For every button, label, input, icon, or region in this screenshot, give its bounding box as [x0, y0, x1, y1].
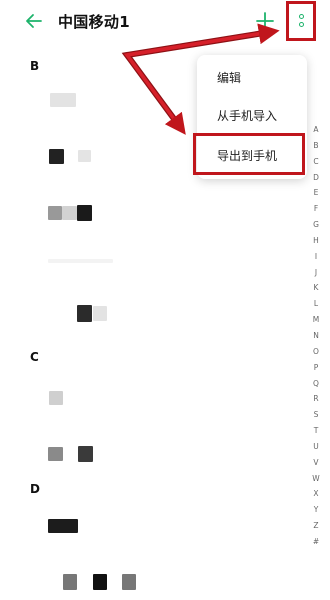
alphabet-index-letter[interactable]: H	[307, 233, 325, 249]
blurred-contact-name	[78, 446, 93, 462]
alphabet-index-letter[interactable]: P	[307, 360, 325, 376]
section-header-b: B	[30, 59, 40, 73]
back-button[interactable]	[22, 9, 46, 33]
contact-row[interactable]	[0, 138, 300, 174]
alphabet-index-letter[interactable]: B	[307, 138, 325, 154]
alphabet-index-letter[interactable]: G	[307, 217, 325, 233]
alphabet-index-letter[interactable]: O	[307, 344, 325, 360]
alphabet-index-letter[interactable]: T	[307, 423, 325, 439]
contact-row[interactable]	[0, 296, 300, 332]
blurred-contact-name	[93, 306, 107, 321]
plus-icon	[256, 12, 274, 30]
alphabet-index-letter[interactable]: A	[307, 122, 325, 138]
page-title: 中国移动1	[58, 13, 130, 31]
blurred-contact-name	[48, 206, 62, 220]
alphabet-index-letter[interactable]: Q	[307, 376, 325, 392]
alphabet-index-letter[interactable]: D	[307, 170, 325, 186]
alphabet-index-letter[interactable]: S	[307, 407, 325, 423]
blurred-contact-name	[77, 205, 92, 221]
blurred-contact-name	[49, 149, 64, 164]
blurred-contact-name	[78, 150, 91, 162]
blurred-contact-name	[93, 574, 107, 590]
top-bar: 中国移动1	[0, 0, 330, 44]
alphabet-index-letter[interactable]: Y	[307, 502, 325, 518]
back-arrow-icon	[26, 14, 42, 28]
alphabet-index-letter[interactable]: E	[307, 185, 325, 201]
alphabet-index-letter[interactable]: R	[307, 391, 325, 407]
alphabet-index-letter[interactable]: M	[307, 312, 325, 328]
alphabet-index-letter[interactable]: N	[307, 328, 325, 344]
alphabet-index-letter[interactable]: F	[307, 201, 325, 217]
alphabet-index-letter[interactable]: L	[307, 296, 325, 312]
blurred-contact-name	[50, 93, 76, 107]
contact-row[interactable]	[0, 508, 300, 544]
contact-row[interactable]	[0, 245, 300, 281]
alphabet-index-letter[interactable]: J	[307, 265, 325, 281]
contact-row[interactable]	[0, 380, 300, 416]
more-vertical-icon	[299, 14, 304, 19]
add-contact-button[interactable]	[252, 8, 278, 34]
alphabet-index-letter[interactable]: W	[307, 471, 325, 487]
blurred-contact-name	[48, 519, 78, 533]
alphabet-index-letter[interactable]: I	[307, 249, 325, 265]
alphabet-index-letter[interactable]: U	[307, 439, 325, 455]
alphabet-index-letter[interactable]: V	[307, 455, 325, 471]
blurred-contact-name	[49, 391, 63, 405]
blurred-contact-name	[77, 305, 92, 322]
more-options-button[interactable]	[289, 1, 315, 39]
blurred-contact-name	[122, 574, 136, 590]
contact-row[interactable]	[0, 82, 300, 118]
section-header-c: C	[30, 350, 39, 364]
contact-row[interactable]	[0, 195, 300, 231]
blurred-contact-name	[48, 447, 63, 461]
blurred-contact-name	[63, 574, 77, 590]
section-header-d: D	[30, 482, 40, 496]
contact-row[interactable]	[0, 436, 300, 472]
alphabet-index-letter[interactable]: Z	[307, 518, 325, 534]
blurred-contact-name	[48, 259, 113, 263]
alphabet-index-letter[interactable]: K	[307, 280, 325, 296]
blurred-contact-name	[62, 206, 77, 220]
alphabet-index-letter[interactable]: X	[307, 486, 325, 502]
more-vertical-icon-dot	[299, 22, 304, 27]
alphabet-index[interactable]: A B C D E F G H I J K L M N O P Q R S T U V W X Y Z #	[307, 122, 325, 550]
contact-row[interactable]	[0, 564, 300, 600]
alphabet-index-letter[interactable]: #	[307, 534, 325, 550]
alphabet-index-letter[interactable]: C	[307, 154, 325, 170]
